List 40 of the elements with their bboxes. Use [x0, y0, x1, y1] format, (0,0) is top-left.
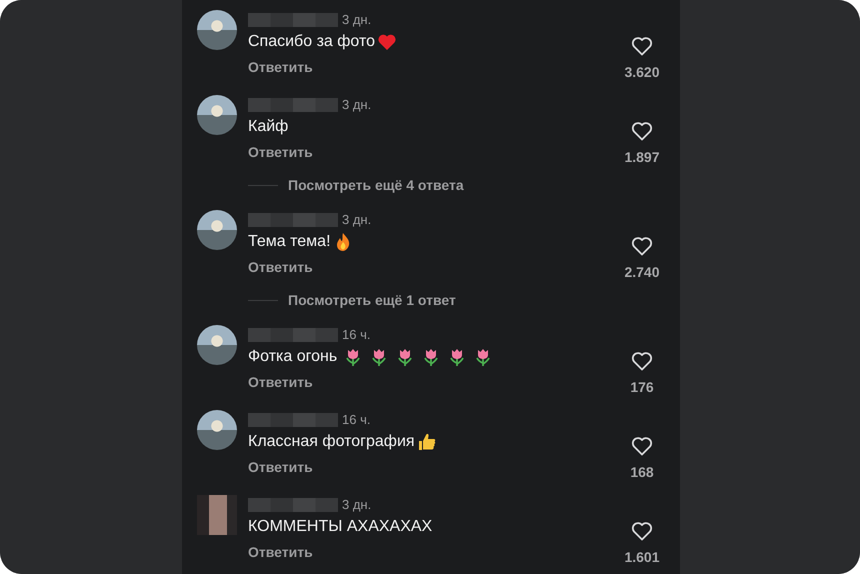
reply-link[interactable]: Ответить	[248, 259, 313, 275]
avatar-photo-placeholder[interactable]	[197, 95, 237, 135]
comment-time: 3 дн.	[342, 97, 372, 112]
comment-time: 3 дн.	[342, 212, 372, 227]
like-count: 168	[630, 464, 654, 480]
comment-text: Классная фотография	[248, 433, 415, 451]
comment-time: 3 дн.	[342, 12, 372, 27]
comment-time: 16 ч.	[342, 412, 370, 427]
heart-icon[interactable]	[631, 236, 653, 256]
heart-icon[interactable]	[631, 436, 653, 456]
comment-text: Тема тема!	[248, 233, 331, 251]
avatar-photo-placeholder[interactable]	[197, 210, 237, 250]
reply-link[interactable]: Ответить	[248, 544, 313, 560]
heart-icon[interactable]	[631, 36, 653, 56]
heart-emoji-icon	[377, 32, 397, 52]
pixelated-avatar[interactable]	[197, 495, 237, 535]
thumbs-up-emoji-icon	[416, 432, 437, 452]
like-count: 3.620	[624, 64, 660, 80]
comment-text: Кайф	[248, 118, 288, 136]
comment-time: 3 дн.	[342, 497, 372, 512]
like-count: 176	[630, 379, 654, 395]
reply-link[interactable]: Ответить	[248, 59, 313, 75]
avatar-photo-placeholder[interactable]	[197, 10, 237, 50]
reply-link[interactable]: Ответить	[248, 374, 313, 390]
avatar-photo-placeholder[interactable]	[197, 410, 237, 450]
comment-text: КОММЕНТЫ АХАХАХАХ	[248, 518, 432, 536]
comment-text: Фотка огонь	[248, 348, 338, 366]
reply-link[interactable]: Ответить	[248, 459, 313, 475]
reply-link[interactable]: Ответить	[248, 144, 313, 160]
heart-icon[interactable]	[631, 121, 653, 141]
like-count: 1.601	[624, 549, 660, 565]
avatar-photo-placeholder[interactable]	[197, 325, 237, 365]
heart-icon[interactable]	[631, 351, 653, 371]
comment-text: Спасибо за фото	[248, 33, 375, 51]
heart-icon[interactable]	[631, 521, 653, 541]
view-replies-link[interactable]: Посмотреть ещё 1 ответ	[288, 292, 456, 308]
view-replies-link[interactable]: Посмотреть ещё 4 ответа	[288, 177, 464, 193]
like-count: 1.897	[624, 149, 660, 165]
like-count: 2.740	[624, 264, 660, 280]
comment-time: 16 ч.	[342, 327, 370, 342]
